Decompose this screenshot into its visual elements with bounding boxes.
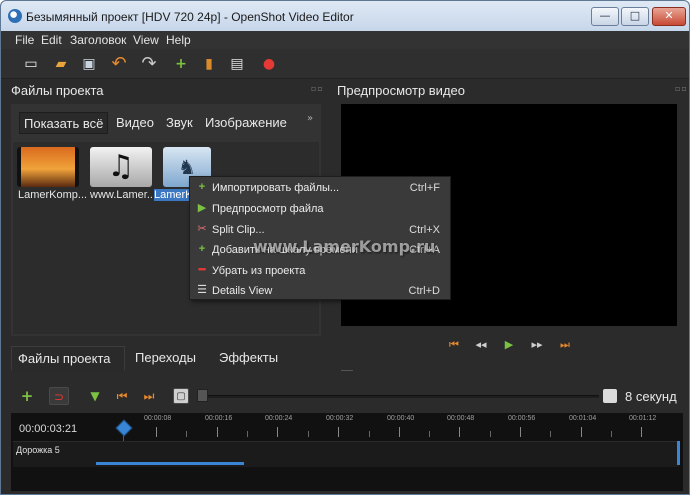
ruler-label: 00:00:40	[387, 415, 415, 422]
center-timeline-icon[interactable]: ▢	[173, 388, 189, 404]
zoom-slider-track[interactable]	[199, 395, 599, 398]
panel-float-close-icon[interactable]: ▫▫	[311, 84, 324, 93]
files-panel-title: Файлы проекта	[11, 83, 104, 98]
ruler-tick	[581, 427, 582, 437]
filter-tab-all[interactable]: Показать всё	[19, 112, 109, 134]
panel-float-close-icon[interactable]: ▫▫	[675, 84, 688, 93]
filter-more-icon[interactable]: »	[307, 113, 313, 124]
new-project-icon[interactable]: ▭	[23, 56, 39, 72]
fast-forward-icon[interactable]: ▸▸	[530, 338, 544, 352]
file-label-selected[interactable]: LamerK...	[154, 189, 190, 201]
tab-project-files[interactable]: Файлы проекта	[11, 346, 125, 370]
minimize-button[interactable]: —	[591, 7, 619, 26]
play-icon: ▶	[197, 202, 207, 214]
menu-file[interactable]: File	[15, 33, 34, 47]
ruler-label: 00:00:24	[265, 415, 293, 422]
ruler-label: 00:00:48	[447, 415, 475, 422]
export-icon[interactable]: ▤	[229, 56, 245, 72]
ruler-tick	[520, 427, 521, 437]
menu-item-details-view[interactable]: ☰ Details View Ctrl+D	[190, 281, 452, 301]
ruler-tick	[277, 427, 278, 437]
ruler-label: 00:00:32	[326, 415, 354, 422]
menu-item-remove-from-project[interactable]: ━ Убрать из проекта	[190, 261, 452, 281]
snap-magnet-icon[interactable]: ⊃	[49, 387, 69, 405]
add-file-icon[interactable]: +	[173, 56, 189, 72]
minus-icon: ━	[198, 264, 206, 276]
zoom-box-icon	[603, 389, 617, 403]
ruler-label: 00:00:16	[205, 415, 233, 422]
ruler-tick	[247, 431, 248, 437]
ruler-tick	[338, 427, 339, 437]
add-track-icon[interactable]: +	[17, 387, 37, 405]
open-project-icon[interactable]: ▰	[53, 56, 69, 72]
zoom-label: 8 секунд	[625, 389, 677, 404]
file-label[interactable]: LamerKomp...	[18, 189, 86, 201]
ruler-tick	[550, 431, 551, 437]
title-bar[interactable]: Безымянный проект [HDV 720 24p] - OpenSh…	[1, 1, 689, 31]
ruler-tick	[399, 427, 400, 437]
ruler-tick	[641, 427, 642, 437]
openshot-window: Безымянный проект [HDV 720 24p] - OpenSh…	[0, 0, 690, 495]
menu-edit[interactable]: Edit	[41, 33, 62, 47]
redo-icon[interactable]: ↷	[141, 55, 157, 73]
menu-item-import-files[interactable]: + Импортировать файлы... Ctrl+F	[190, 178, 452, 198]
filter-tab-video[interactable]: Видео	[116, 112, 154, 134]
ruler-tick	[308, 431, 309, 437]
ruler-tick	[459, 427, 460, 437]
ruler-tick	[217, 427, 218, 437]
ruler-tick	[611, 431, 612, 437]
menu-item-preview-file[interactable]: ▶ Предпросмотр файла	[190, 199, 452, 219]
ruler-tick	[369, 431, 370, 437]
record-icon[interactable]: ●	[261, 56, 277, 72]
window-title: Безымянный проект [HDV 720 24p] - OpenSh…	[26, 10, 354, 24]
play-icon[interactable]: ▶	[502, 338, 516, 352]
music-note-icon[interactable]: ♫	[90, 147, 152, 187]
watermark: www.LamerKomp.ru	[253, 237, 436, 256]
jump-start-icon[interactable]: ⏮	[447, 338, 461, 352]
menu-title[interactable]: Заголовок	[70, 33, 126, 47]
track-end-marker	[677, 441, 680, 465]
ruler-tick	[156, 427, 157, 437]
plus-icon: +	[198, 181, 206, 193]
video-thumbnail[interactable]	[17, 147, 79, 187]
film-icon[interactable]: ▮	[201, 56, 217, 72]
ruler-tick	[186, 431, 187, 437]
ruler-label: 00:00:56	[508, 415, 536, 422]
ruler-label: 00:01:12	[629, 415, 657, 422]
save-project-icon[interactable]: ▣	[81, 56, 97, 72]
ruler-label: 00:01:04	[569, 415, 597, 422]
splitter-handle[interactable]	[341, 370, 353, 371]
maximize-button[interactable]: □	[621, 7, 649, 26]
ruler-tick	[429, 431, 430, 437]
close-button[interactable]: ✕	[652, 7, 686, 26]
filter-tab-audio[interactable]: Звук	[166, 112, 193, 134]
scissors-icon: ✂	[197, 223, 207, 235]
menu-help[interactable]: Help	[166, 33, 191, 47]
track-name: Дорожка 5	[16, 445, 60, 455]
previous-marker-icon[interactable]: ⏮	[112, 387, 132, 405]
jump-end-icon[interactable]: ⏭	[558, 338, 572, 352]
details-view-icon: ☰	[197, 284, 207, 296]
add-marker-icon[interactable]: ▼	[85, 387, 105, 405]
zoom-slider-handle[interactable]	[197, 389, 208, 402]
menu-bar: File Edit Заголовок View Help	[1, 31, 689, 49]
ruler-label: 00:00:08	[144, 415, 172, 422]
ruler-tick	[490, 431, 491, 437]
next-marker-icon[interactable]: ⏭	[139, 387, 159, 405]
main-toolbar: ▭ ▰ ▣ ↶ ↷ + ▮ ▤ ●	[1, 49, 689, 79]
timeline-scrollbar[interactable]	[96, 462, 244, 465]
openshot-logo-icon	[8, 9, 22, 23]
undo-icon[interactable]: ↶	[111, 55, 127, 73]
filter-tab-image[interactable]: Изображение	[205, 112, 287, 134]
tab-transitions[interactable]: Переходы	[135, 346, 196, 370]
preview-panel-title: Предпросмотр видео	[337, 83, 465, 98]
current-time: 00:00:03:21	[19, 423, 78, 435]
tab-effects[interactable]: Эффекты	[219, 346, 278, 370]
file-label[interactable]: www.Lamer...	[90, 189, 152, 201]
plus-icon: +	[198, 243, 206, 255]
rewind-icon[interactable]: ◂◂	[474, 338, 488, 352]
menu-view[interactable]: View	[133, 33, 159, 47]
